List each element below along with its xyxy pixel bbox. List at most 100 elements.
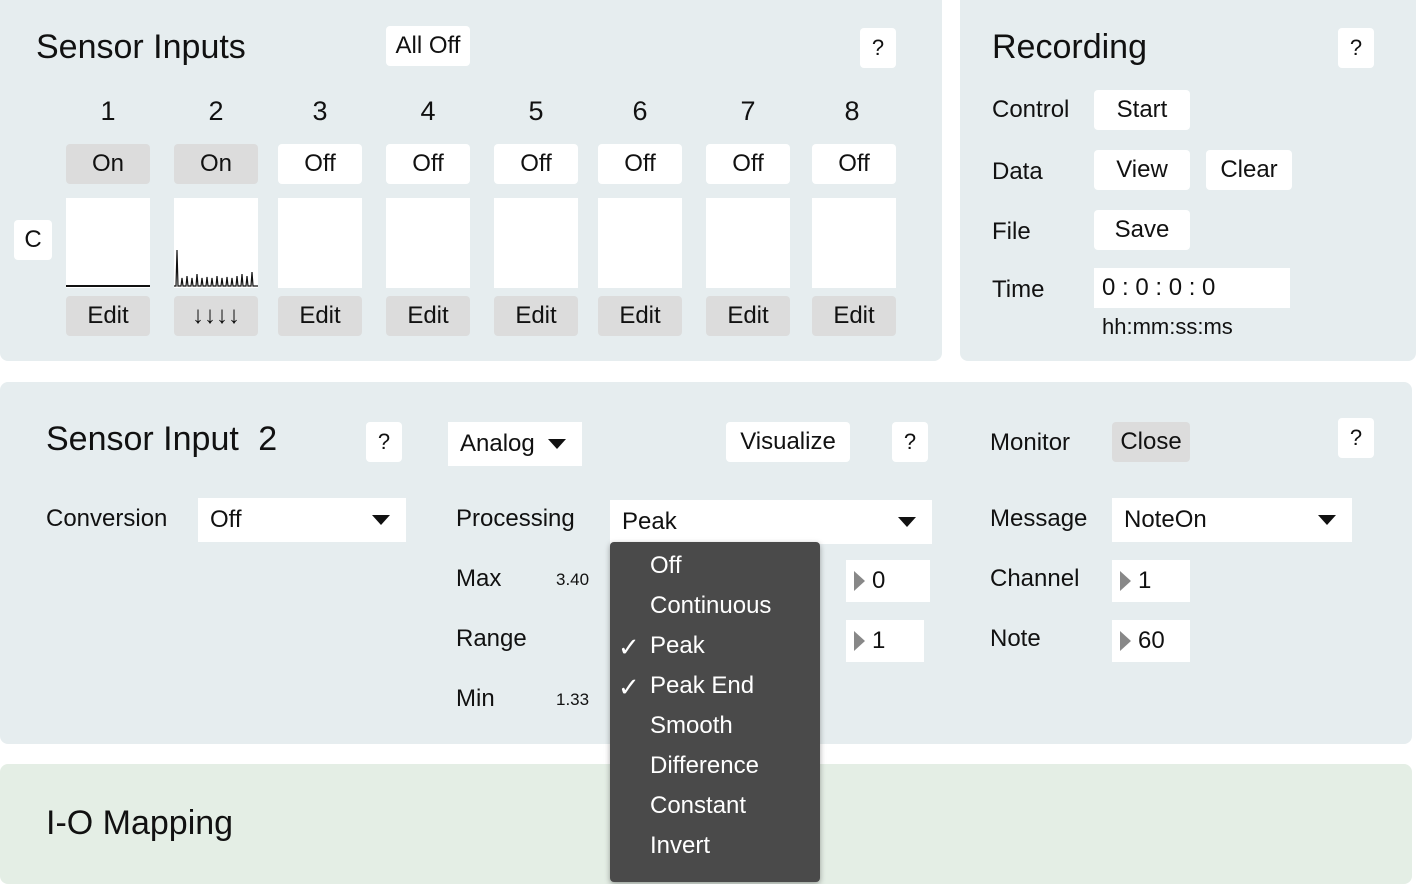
data-label: Data <box>992 158 1043 185</box>
channel-meter <box>66 198 150 288</box>
dropdown-item-label: Smooth <box>650 712 733 739</box>
close-button[interactable]: Close <box>1112 422 1190 462</box>
visualize-button[interactable]: Visualize <box>726 422 850 462</box>
channel-edit-button[interactable]: Edit <box>812 296 896 336</box>
clear-button[interactable]: Clear <box>1206 150 1292 190</box>
dropdown-item-label: Off <box>650 552 682 579</box>
recording-title: Recording <box>992 28 1147 66</box>
dropdown-item-label: Invert <box>650 832 711 859</box>
time-label: Time <box>992 276 1045 303</box>
channel-meter <box>706 198 790 288</box>
channel-toggle-button[interactable]: Off <box>812 144 896 184</box>
channel-toggle-button[interactable]: Off <box>598 144 682 184</box>
dropdown-item-peak-end[interactable]: ✓ Peak End <box>610 666 820 706</box>
processing-param-1-input[interactable]: 0 <box>846 560 930 602</box>
channel-edit-button[interactable]: ↓↓↓↓ <box>174 296 258 336</box>
channel-number: 5 <box>528 96 544 126</box>
processing-param-2-input[interactable]: 1 <box>846 620 924 662</box>
dropdown-item-invert[interactable]: Invert <box>610 826 820 866</box>
channel-input[interactable]: 1 <box>1112 560 1190 602</box>
channel-meter <box>812 198 896 288</box>
sensor-input-title: Sensor Input 2 <box>46 420 277 459</box>
channel-number: 2 <box>208 96 224 126</box>
chevron-down-icon <box>372 515 390 525</box>
chevron-down-icon <box>898 517 916 527</box>
input-type-select[interactable]: Analog <box>448 422 582 466</box>
time-format-label: hh:mm:ss:ms <box>1102 314 1233 339</box>
recording-help-button[interactable]: ? <box>1338 28 1374 68</box>
channel-toggle-button[interactable]: Off <box>494 144 578 184</box>
monitor-help-button[interactable]: ? <box>1338 418 1374 458</box>
start-button[interactable]: Start <box>1094 90 1190 130</box>
view-button[interactable]: View <box>1094 150 1190 190</box>
save-button[interactable]: Save <box>1094 210 1190 250</box>
channel-number: 7 <box>740 96 756 126</box>
chevron-down-icon <box>548 439 566 449</box>
range-label: Range <box>456 625 527 652</box>
triangle-right-icon <box>1120 571 1131 591</box>
channel-number: 3 <box>312 96 328 126</box>
processing-dropdown-menu: Off Continuous ✓ Peak ✓ Peak End Smooth … <box>610 542 820 882</box>
channel-edit-button[interactable]: Edit <box>598 296 682 336</box>
dropdown-item-off[interactable]: Off <box>610 546 820 586</box>
channel-edit-button[interactable]: Edit <box>66 296 150 336</box>
visualize-help-button[interactable]: ? <box>892 422 928 462</box>
note-label: Note <box>990 625 1041 652</box>
max-value: 3.40 <box>556 570 590 589</box>
dropdown-item-difference[interactable]: Difference <box>610 746 820 786</box>
input-type-value: Analog <box>460 430 535 457</box>
dropdown-item-constant[interactable]: Constant <box>610 786 820 826</box>
channel-meter <box>278 198 362 288</box>
message-label: Message <box>990 505 1088 532</box>
dropdown-item-label: Peak End <box>650 672 755 699</box>
file-label: File <box>992 218 1031 245</box>
channel-value: 1 <box>1138 567 1152 594</box>
triangle-right-icon <box>854 631 865 651</box>
channel-toggle-button[interactable]: Off <box>278 144 362 184</box>
chevron-down-icon <box>1318 515 1336 525</box>
dropdown-item-continuous[interactable]: Continuous <box>610 586 820 626</box>
meter-baseline <box>66 285 150 287</box>
dropdown-item-label: Difference <box>650 752 759 779</box>
sensor-input-channel-number: 2 <box>258 420 278 458</box>
channel-number: 6 <box>632 96 648 126</box>
message-select[interactable]: NoteOn <box>1112 498 1352 542</box>
conversion-select[interactable]: Off <box>198 498 406 542</box>
conversion-label: Conversion <box>46 505 168 532</box>
note-input[interactable]: 60 <box>1112 620 1190 662</box>
channel-edit-button[interactable]: Edit <box>706 296 790 336</box>
triangle-right-icon <box>1120 631 1131 651</box>
dropdown-item-peak[interactable]: ✓ Peak <box>610 626 820 666</box>
dropdown-item-label: Constant <box>650 792 747 819</box>
channel-number: 4 <box>420 96 436 126</box>
max-label: Max <box>456 565 502 592</box>
dropdown-item-label: Peak <box>650 632 705 659</box>
sensor-inputs-title: Sensor Inputs <box>36 28 246 66</box>
channel-toggle-button[interactable]: Off <box>386 144 470 184</box>
channel-toggle-button[interactable]: Off <box>706 144 790 184</box>
channel-number: 8 <box>844 96 860 126</box>
processing-select[interactable]: Peak <box>610 500 932 544</box>
channel-edit-button[interactable]: Edit <box>386 296 470 336</box>
conversion-value: Off <box>210 506 242 533</box>
monitor-label: Monitor <box>990 429 1071 456</box>
dropdown-item-smooth[interactable]: Smooth <box>610 706 820 746</box>
channel-label: Channel <box>990 565 1080 592</box>
control-label: Control <box>992 96 1070 123</box>
io-mapping-title: I-O Mapping <box>46 804 234 842</box>
sensor-input-help-button[interactable]: ? <box>366 422 402 462</box>
triangle-right-icon <box>854 571 865 591</box>
processing-label: Processing <box>456 505 575 532</box>
checkmark-icon: ✓ <box>618 672 640 702</box>
channel-meter <box>386 198 470 288</box>
c-button[interactable]: C <box>14 220 52 260</box>
channel-edit-button[interactable]: Edit <box>278 296 362 336</box>
all-off-button[interactable]: All Off <box>386 26 470 66</box>
channel-toggle-button[interactable]: On <box>66 144 150 184</box>
sensor-inputs-help-button[interactable]: ? <box>860 28 896 68</box>
message-value: NoteOn <box>1124 506 1207 533</box>
processing-param-1-value: 0 <box>872 567 886 594</box>
channel-toggle-button[interactable]: On <box>174 144 258 184</box>
channel-edit-button[interactable]: Edit <box>494 296 578 336</box>
channel-meter <box>598 198 682 288</box>
